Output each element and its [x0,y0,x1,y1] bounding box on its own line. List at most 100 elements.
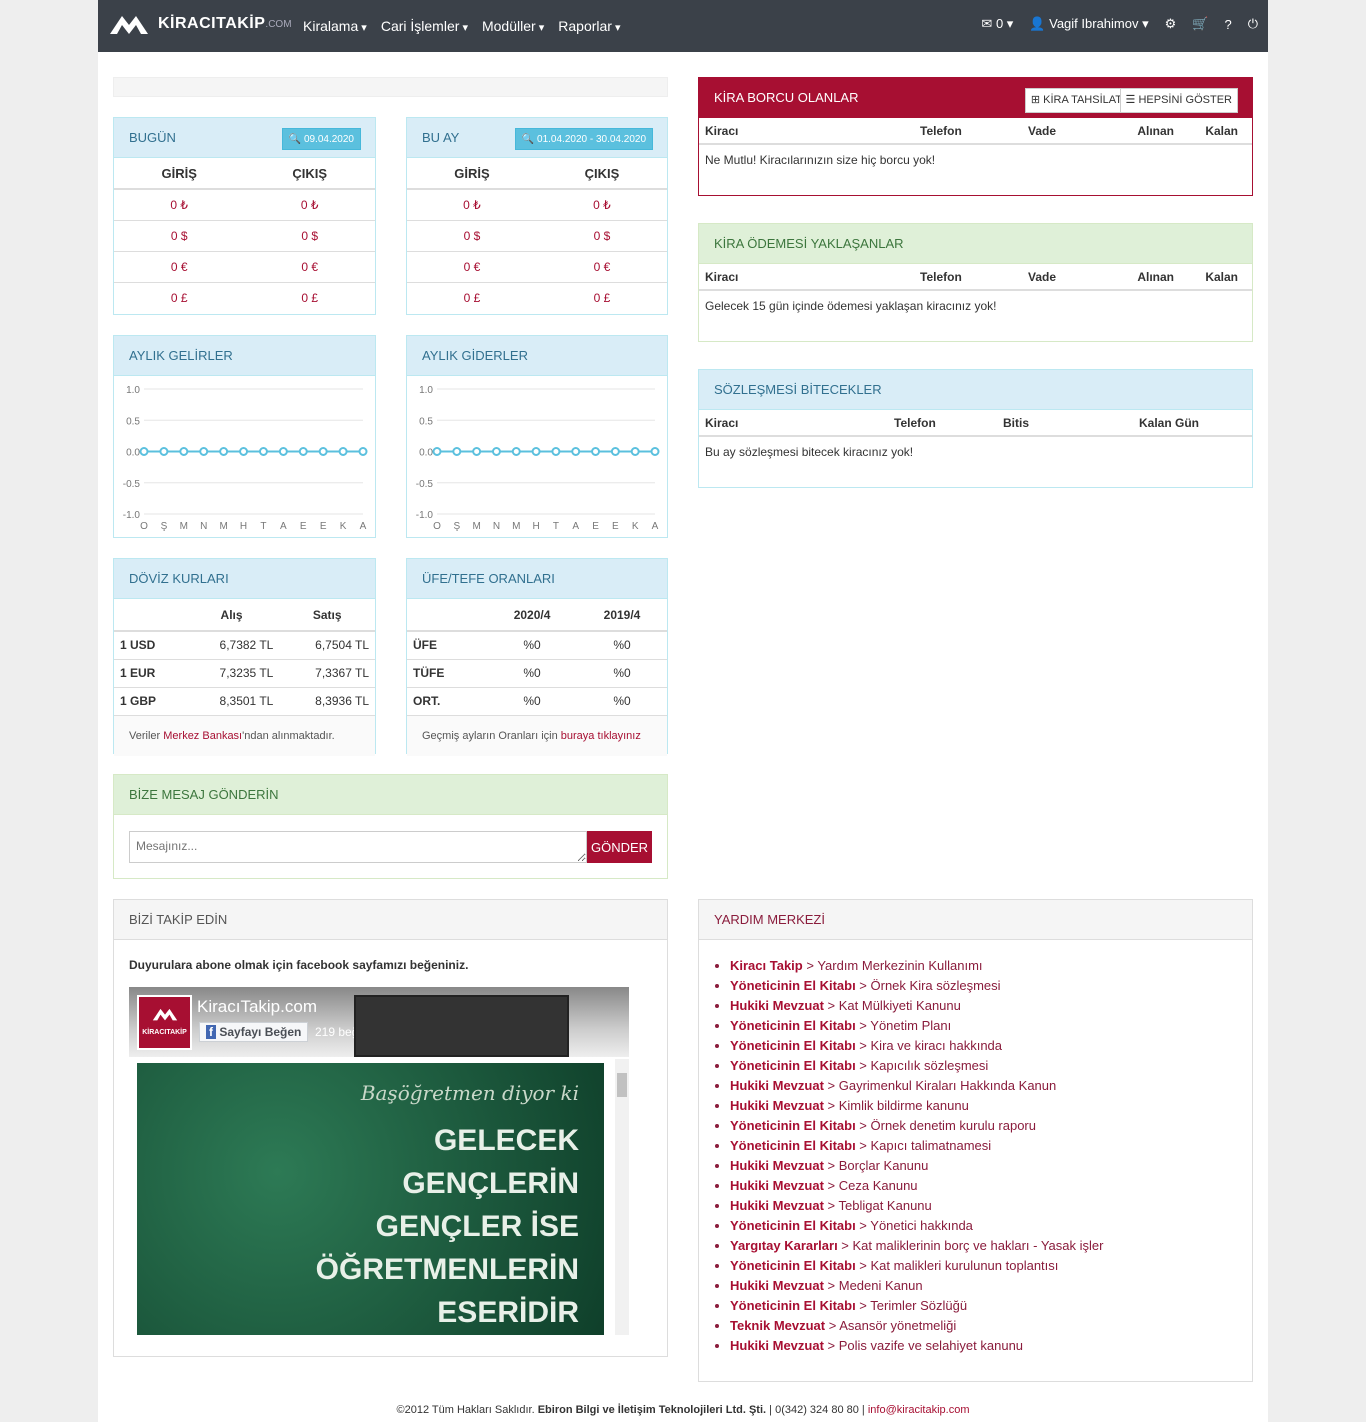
help-item[interactable]: Yöneticinin El Kitabı > Kira ve kiracı h… [730,1036,1237,1056]
help-item[interactable]: Hukiki Mevzuat > Medeni Kanun [730,1276,1237,1296]
help-item[interactable]: Yöneticinin El Kitabı > Kapıcı talimatna… [730,1136,1237,1156]
data-point [511,447,521,456]
help-topic: Ceza Kanunu [838,1178,918,1193]
help-item[interactable]: Teknik Mevzuat > Asansör yönetmeliği [730,1316,1237,1336]
cell: 0 $ [170,229,188,243]
message-input[interactable] [129,831,587,863]
ufe-title: ÜFE/TEFE ORANLARI [422,571,555,586]
past-rates-link[interactable]: buraya tıklayınız [561,730,641,742]
help-item[interactable]: Hukiki Mevzuat > Polis vazife ve selahiy… [730,1336,1237,1356]
cell: %0 [523,666,541,680]
col-header: Kiracı [699,264,914,291]
month-title: BU AY [422,130,460,145]
y-tick-label: 0.5 [126,416,140,427]
fb-scrollbar[interactable] [615,1059,629,1335]
separator: > [823,1178,839,1193]
help-item[interactable]: Yöneticinin El Kitabı > Örnek Kira sözle… [730,976,1237,996]
help-category: Yargıtay Kararları [730,1238,838,1253]
cell: %0 [613,666,631,680]
cart-icon[interactable]: 🛒 [1192,16,1208,32]
help-item[interactable]: Yöneticinin El Kitabı > Kat malikleri ku… [730,1256,1237,1276]
month-header: BU AY 🔍 01.04.2020 - 30.04.2020 [407,118,667,158]
data-point [219,447,229,456]
help-item[interactable]: Yöneticinin El Kitabı > Yönetici hakkınd… [730,1216,1237,1236]
help-item[interactable]: Hukiki Mevzuat > Gayrimenkul Kiraları Ha… [730,1076,1237,1096]
col-header: 2019/4 [577,599,667,632]
month-date-button[interactable]: 🔍 01.04.2020 - 30.04.2020 [514,128,653,150]
x-tick-label: E [612,521,619,532]
menu-cari-islemler[interactable]: Cari İşlemler [381,18,468,34]
help-category: Kiracı Takip [730,958,803,973]
cell: 0 € [593,260,611,274]
note-text: Geçmiş ayların Oranları için [422,729,561,742]
in-header: GİRİŞ [454,166,490,181]
rent-collect-button[interactable]: ⊞ KİRA TAHSİLAT [1024,88,1128,113]
brand-logo[interactable]: KİRACITAKİP .COM [108,10,292,38]
out-header: ÇIKIŞ [584,166,620,181]
navbar-right: ✉ 0 ▾ 👤 Vagif Ibrahimov ▾ ⚙ 🛒 ? ⏻ [981,16,1258,32]
month-date: 01.04.2020 - 30.04.2020 [537,134,646,145]
cell: 0 £ [463,291,481,305]
help-category: Yöneticinin El Kitabı [730,1218,856,1233]
help-topic: Terimler Sözlüğü [870,1298,968,1313]
cell: 0 ₺ [300,198,319,212]
follow-panel: BİZİ TAKİP EDİN Duyurulara abone olmak i… [113,899,668,1357]
fb-like-button[interactable]: f Sayfayı Beğen [199,1022,309,1042]
fb-page-name[interactable]: KiracıTakip.com [197,997,317,1017]
post-line: Başöğretmen diyor ki [360,1081,579,1105]
phone: | 0(342) 324 80 80 | [769,1404,865,1416]
gear-icon[interactable]: ⚙ [1165,16,1177,32]
table-row: TÜFE %0 %0 [407,659,667,687]
central-bank-link[interactable]: Merkez Bankası [163,730,242,742]
help-item[interactable]: Yöneticinin El Kitabı > Kapıcılık sözleş… [730,1056,1237,1076]
power-icon[interactable]: ⏻ [1248,16,1258,32]
message-title: BİZE MESAJ GÖNDERİN [129,787,279,802]
data-point [591,447,601,456]
x-tick-label: M [472,521,480,532]
help-item[interactable]: Yöneticinin El Kitabı > Terimler Sözlüğü [730,1296,1237,1316]
x-tick-label: T [553,521,559,532]
fb-cover-screenshot [354,995,569,1057]
fx-title: DÖVİZ KURLARI [129,571,229,586]
messages-menu[interactable]: ✉ 0 ▾ [981,16,1013,32]
help-item[interactable]: Hukiki Mevzuat > Borçlar Kanunu [730,1156,1237,1176]
today-date-button[interactable]: 🔍 09.04.2020 [281,128,361,150]
menu-kiralama[interactable]: Kiralama [303,18,367,34]
help-item[interactable]: Yargıtay Kararları > Kat maliklerinin bo… [730,1236,1237,1256]
data-point [358,447,368,456]
x-tick-label: N [493,521,500,532]
help-item[interactable]: Hukiki Mevzuat > Tebligat Kanunu [730,1196,1237,1216]
help-category: Yöneticinin El Kitabı [730,1118,856,1133]
help-item[interactable]: Hukiki Mevzuat > Kat Mülkiyeti Kanunu [730,996,1237,1016]
email-link[interactable]: info@kiracitakip.com [868,1404,970,1416]
plus-square-icon: ⊞ [1030,94,1041,106]
help-topic: Yönetici hakkında [870,1218,973,1233]
question-icon[interactable]: ? [1224,17,1231,32]
x-tick-label: M [512,521,520,532]
x-tick-label: A [572,521,579,532]
expense-chart-header: AYLIK GİDERLER [407,336,667,376]
data-point [491,447,501,456]
menu-raporlar[interactable]: Raporlar [558,18,620,34]
x-tick-label: K [632,521,639,532]
col-header: Kalan [1180,118,1252,145]
help-category: Yöneticinin El Kitabı [730,1038,856,1053]
cell: 7,3235 TL [219,666,274,680]
menu-moduller[interactable]: Modüller [482,18,544,34]
separator: > [823,998,839,1013]
help-item[interactable]: Kiracı Takip > Yardım Merkezinin Kullanı… [730,956,1237,976]
help-item[interactable]: Hukiki Mevzuat > Kimlik bildirme kanunu [730,1096,1237,1116]
cell: 0 € [170,260,188,274]
help-item[interactable]: Hukiki Mevzuat > Ceza Kanunu [730,1176,1237,1196]
cell: 0 $ [463,229,481,243]
user-menu[interactable]: 👤 Vagif Ibrahimov ▾ [1029,16,1148,32]
separator: > [837,1238,853,1253]
send-button[interactable]: GÖNDER [587,831,652,863]
help-item[interactable]: Yöneticinin El Kitabı > Örnek denetim ku… [730,1116,1237,1136]
scroll-thumb[interactable] [617,1073,627,1097]
chart-title: AYLIK GELİRLER [129,348,233,363]
show-all-button[interactable]: ☰ HEPSİNİ GÖSTER [1119,88,1238,113]
col-header: Kiracı [699,118,914,145]
help-item[interactable]: Yöneticinin El Kitabı > Yönetim Planı [730,1016,1237,1036]
data-point [531,447,541,456]
